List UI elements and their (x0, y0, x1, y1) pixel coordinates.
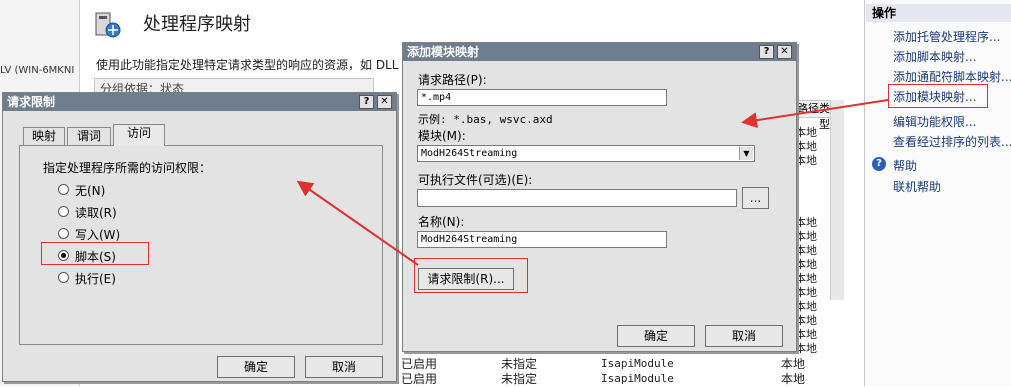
radio-execute-label[interactable]: 执行(E) (75, 270, 116, 287)
server-node[interactable]: LV (WIN-6MKNI (0, 62, 80, 80)
help-icon[interactable]: ? (359, 95, 374, 109)
radio-read-label[interactable]: 读取(R) (75, 204, 117, 221)
request-restrictions-dialog: 请求限制 ? ✕ 映射 谓词 访问 指定处理程序所需的访问权限： 无(N) 读取… (2, 92, 397, 382)
radio-execute[interactable] (58, 272, 69, 283)
add-script-map-link[interactable]: 添加脚本映射... (893, 48, 976, 65)
table-cell: 本地 (795, 342, 817, 355)
radio-write-label[interactable]: 写入(W) (75, 226, 120, 243)
table-row-type: 本地 (781, 372, 806, 386)
actions-title: 操作 (866, 4, 1011, 22)
online-help-link[interactable]: 联机帮助 (893, 178, 941, 195)
radio-write[interactable] (58, 228, 69, 239)
cancel-button[interactable]: 取消 (305, 356, 383, 378)
annotation-box-add-module (888, 84, 988, 108)
help-icon[interactable]: ? (759, 45, 774, 59)
handler-mappings-icon (95, 12, 121, 38)
module-select[interactable]: ModH264Streaming (417, 145, 755, 162)
executable-input[interactable] (417, 189, 737, 207)
access-prompt: 指定处理程序所需的访问权限： (43, 161, 212, 175)
table-row-handler: IsapiModule (601, 372, 674, 385)
name-label: 名称(N): (418, 215, 465, 229)
ok-button[interactable]: 确定 (217, 356, 295, 378)
dialog-titlebar[interactable]: 添加模块映射 (403, 43, 796, 61)
radio-none-label[interactable]: 无(N) (75, 182, 105, 199)
add-module-mapping-dialog: 添加模块映射 ? ✕ 请求路径(P): *.mp4 示例: *.bas, wsv… (402, 42, 797, 352)
module-label: 模块(M): (418, 129, 466, 143)
table-row-handler: IsapiModule (601, 357, 674, 370)
request-path-input[interactable]: *.mp4 (417, 89, 667, 106)
executable-label: 可执行文件(可选)(E): (418, 173, 533, 187)
help-icon: ? (872, 157, 886, 171)
radio-none[interactable] (58, 184, 69, 195)
page-title: 处理程序映射 (143, 14, 251, 35)
close-icon[interactable]: ✕ (377, 95, 392, 109)
chevron-down-icon[interactable]: ▼ (739, 147, 753, 160)
table-row-state[interactable]: 已启用 (401, 370, 437, 387)
edit-feature-permissions-link[interactable]: 编辑功能权限... (893, 113, 976, 130)
request-path-example: 示例: *.bas, wsvc.axd (418, 113, 553, 126)
page-description: 使用此功能指定处理特定请求类型的响应的资源，如 DLL (96, 58, 399, 72)
name-input[interactable]: ModH264Streaming (417, 231, 667, 248)
add-managed-handler-link[interactable]: 添加托管处理程序... (893, 28, 1000, 45)
annotation-box-script (41, 242, 149, 265)
table-cell: 本地 (795, 154, 817, 167)
dialog-title: 请求限制 (7, 95, 56, 109)
dialog-title: 添加模块映射 (407, 45, 480, 59)
tab-verbs[interactable]: 谓词 (67, 127, 111, 145)
dialog-titlebar[interactable]: 请求限制 (3, 93, 396, 111)
annotation-box-request-restrictions (414, 258, 528, 293)
request-path-label: 请求路径(P): (418, 73, 487, 87)
table-row-path: 未指定 (501, 372, 538, 386)
ok-button[interactable]: 确定 (617, 325, 695, 347)
tab-mapping[interactable]: 映射 (23, 127, 65, 145)
browse-button[interactable]: ... (742, 187, 769, 209)
add-wildcard-script-map-link[interactable]: 添加通配符脚本映射... (893, 68, 1011, 85)
grid-scrollbar[interactable] (830, 100, 844, 300)
help-link[interactable]: 帮助 (893, 157, 917, 174)
radio-read[interactable] (58, 206, 69, 217)
view-ordered-list-link[interactable]: 查看经过排序的列表... (893, 133, 1011, 150)
cancel-button[interactable]: 取消 (705, 325, 783, 347)
tab-access[interactable]: 访问 (113, 124, 165, 146)
close-icon[interactable]: ✕ (777, 45, 792, 59)
module-select-value: ModH264Streaming (421, 148, 518, 159)
